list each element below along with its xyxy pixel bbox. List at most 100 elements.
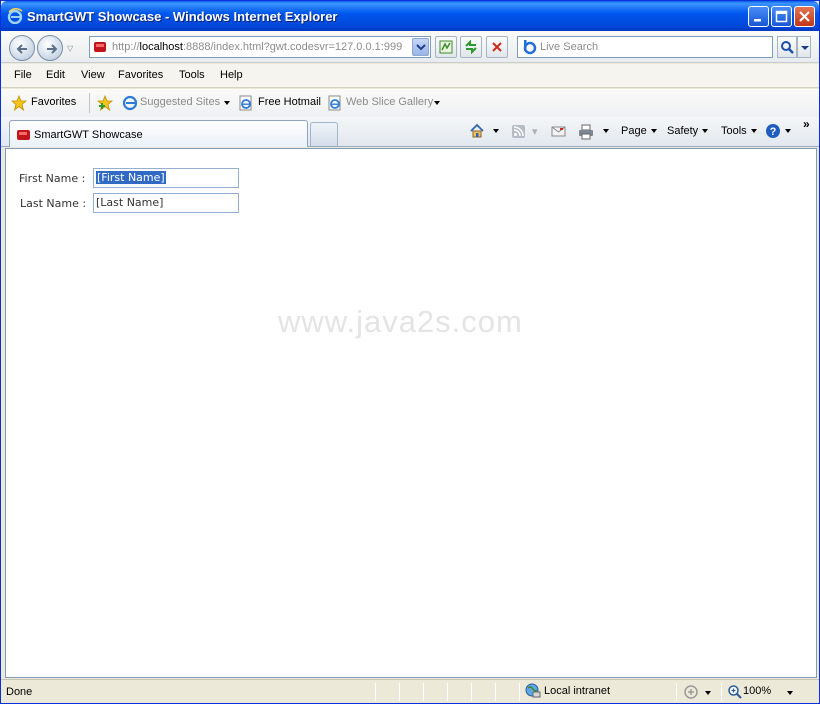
last-name-value: [Last Name] <box>96 196 164 209</box>
tools-menu-label: Tools <box>721 125 747 137</box>
feeds-dropdown-icon[interactable]: ▾ <box>532 125 538 138</box>
back-button[interactable] <box>9 35 35 61</box>
help-icon[interactable]: ? <box>765 123 781 139</box>
close-window-button[interactable] <box>794 6 815 27</box>
status-separator <box>375 683 376 701</box>
zoom-level[interactable]: 100% <box>743 685 771 697</box>
help-dropdown-icon[interactable] <box>781 125 791 137</box>
menu-view[interactable]: View <box>81 69 105 81</box>
url-rest: :8888/index.html?gwt.codesvr=127.0.0.1:9… <box>182 41 403 53</box>
gwt-page-icon <box>17 130 30 140</box>
first-name-value: [First Name] <box>96 171 166 184</box>
tab-smartgwt-showcase[interactable]: SmartGWT Showcase <box>9 120 308 147</box>
protected-mode-icon[interactable] <box>683 684 699 700</box>
address-toolbar: ▽ http://localhost:8888/index.html?gwt.c… <box>1 31 819 63</box>
favorites-separator <box>89 93 90 113</box>
watermark-text: www.java2s.com <box>278 304 523 339</box>
page-content: First Name : [First Name] Last Name : [L… <box>5 148 817 678</box>
tab-row: SmartGWT Showcase ▾ Page Safety Tools ? … <box>1 117 819 147</box>
home-dropdown-icon[interactable] <box>489 125 499 137</box>
refresh-button[interactable] <box>460 36 482 58</box>
more-commands-chevron[interactable]: » <box>803 117 810 131</box>
suggested-sites-dropdown-icon[interactable] <box>220 97 230 109</box>
favorites-button[interactable]: Favorites <box>31 96 76 108</box>
address-bar[interactable]: http://localhost:8888/index.html?gwt.cod… <box>89 36 431 58</box>
menu-help[interactable]: Help <box>220 69 243 81</box>
window-title: SmartGWT Showcase - Windows Internet Exp… <box>27 9 338 24</box>
tab-label: SmartGWT Showcase <box>34 129 143 141</box>
close-icon <box>799 11 810 22</box>
mail-icon[interactable] <box>551 124 567 140</box>
svg-text:?: ? <box>770 126 777 138</box>
web-slice-dropdown-icon[interactable] <box>430 97 440 109</box>
title-bar[interactable]: SmartGWT Showcase - Windows Internet Exp… <box>1 1 819 31</box>
menu-favorites[interactable]: Favorites <box>118 69 163 81</box>
live-search-icon <box>523 40 537 55</box>
new-tab-button[interactable] <box>310 122 338 146</box>
stop-button[interactable] <box>486 36 508 58</box>
menu-edit[interactable]: Edit <box>46 69 65 81</box>
ie-page-icon <box>239 95 252 111</box>
url-prefix: http:// <box>112 41 140 53</box>
page-menu-label: Page <box>621 125 647 137</box>
first-name-field[interactable]: [First Name] <box>93 168 239 188</box>
page-menu[interactable]: Page <box>621 125 657 137</box>
last-name-field[interactable]: [Last Name] <box>93 193 239 213</box>
ie-page-icon <box>122 95 138 111</box>
history-dropdown-icon[interactable]: ▽ <box>67 44 73 53</box>
ie-logo-icon <box>7 8 23 24</box>
print-icon[interactable] <box>578 124 594 140</box>
zoom-dropdown-icon[interactable] <box>783 687 793 699</box>
status-separator <box>721 683 722 701</box>
star-icon <box>11 95 27 111</box>
status-bar: Done Local intranet 100% <box>1 679 819 703</box>
tools-menu[interactable]: Tools <box>721 125 757 137</box>
add-to-favorites-icon[interactable] <box>97 95 113 111</box>
status-separator <box>471 683 472 701</box>
menu-bar: File Edit View Favorites Tools Help <box>1 64 819 88</box>
first-name-label: First Name : <box>19 172 86 185</box>
favorites-bar: Favorites Suggested Sites Free Hotmail W… <box>1 89 819 117</box>
status-separator <box>447 683 448 701</box>
compatibility-view-button[interactable] <box>435 36 457 58</box>
zoom-icon <box>728 685 742 699</box>
free-hotmail-link[interactable]: Free Hotmail <box>258 96 321 108</box>
back-arrow-icon <box>16 44 27 54</box>
status-separator <box>423 683 424 701</box>
status-separator <box>399 683 400 701</box>
status-separator <box>676 683 677 701</box>
magnifier-icon <box>781 41 794 54</box>
status-separator <box>495 683 496 701</box>
browser-window: SmartGWT Showcase - Windows Internet Exp… <box>0 0 820 704</box>
suggested-sites-link[interactable]: Suggested Sites <box>140 96 220 108</box>
address-dropdown-button[interactable] <box>412 38 429 56</box>
home-icon[interactable] <box>469 123 485 139</box>
status-text: Done <box>6 686 33 698</box>
url-host: localhost <box>139 41 183 53</box>
gwt-page-icon <box>94 42 106 52</box>
ie-page-icon <box>328 95 341 111</box>
chevron-down-icon <box>416 44 426 51</box>
compatibility-view-icon <box>439 40 453 54</box>
security-zone-label[interactable]: Local intranet <box>544 685 610 697</box>
web-slice-gallery-link[interactable]: Web Slice Gallery <box>346 96 433 108</box>
search-options-button[interactable] <box>797 36 811 58</box>
menu-tools[interactable]: Tools <box>179 69 205 81</box>
caret-down-icon <box>801 46 809 50</box>
search-button[interactable] <box>777 36 797 58</box>
stop-icon <box>492 42 502 52</box>
print-dropdown-icon[interactable] <box>599 125 609 137</box>
maximize-button[interactable] <box>771 6 792 27</box>
search-box[interactable]: Live Search <box>517 36 773 58</box>
safety-menu-label: Safety <box>667 125 699 137</box>
address-url[interactable]: http://localhost:8888/index.html?gwt.cod… <box>112 41 412 53</box>
menu-file[interactable]: File <box>14 69 32 81</box>
feeds-icon[interactable] <box>511 124 527 140</box>
safety-menu[interactable]: Safety <box>667 125 709 137</box>
forward-button[interactable] <box>37 35 63 61</box>
minimize-button[interactable] <box>748 6 769 27</box>
forward-arrow-icon <box>47 44 58 54</box>
protected-mode-dropdown-icon[interactable] <box>701 687 711 699</box>
search-placeholder: Live Search <box>540 41 599 53</box>
minimize-icon <box>754 19 761 22</box>
